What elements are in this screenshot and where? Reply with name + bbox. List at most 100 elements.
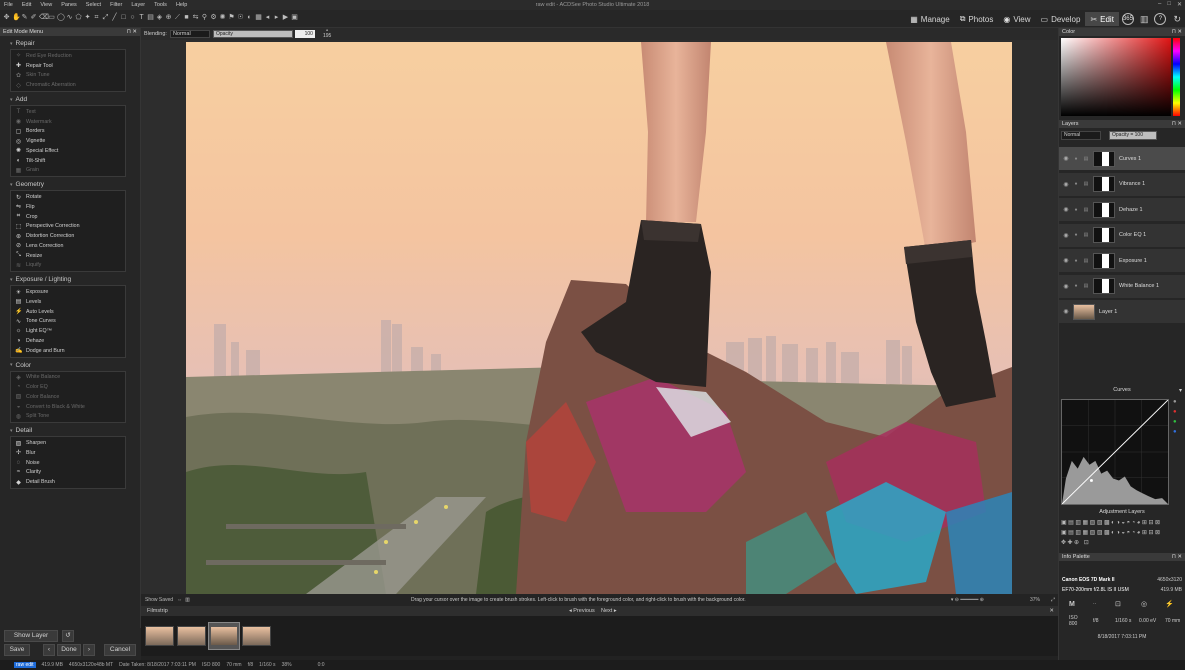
dropper-icon[interactable]: ⟋ <box>174 13 181 22</box>
tool-special-effect[interactable]: ✺ Special Effect <box>11 146 125 156</box>
tool-repair-tool[interactable]: ✚ Repair Tool <box>11 61 125 71</box>
zoom-icon[interactable]: ⚲ <box>201 13 208 22</box>
show-saved-button[interactable]: Show Saved <box>145 597 173 603</box>
tool-tilt-shift[interactable]: ◐ Tilt-Shift <box>11 156 125 166</box>
sync-icon[interactable]: ↻ <box>1173 14 1181 25</box>
group-header-exposure-lighting[interactable]: ▾ Exposure / Lighting <box>10 276 140 283</box>
mode-view[interactable]: ◉ View <box>998 12 1035 26</box>
tool-resize[interactable]: ⤡ Resize <box>11 251 125 261</box>
channel-blue-icon[interactable]: ● <box>1173 429 1183 435</box>
filmstrip-close-icon[interactable]: ✕ <box>1049 608 1054 614</box>
done-button[interactable]: Done <box>57 644 81 656</box>
group-header-detail[interactable]: ▾ Detail <box>10 427 140 434</box>
tool-levels[interactable]: ▤ Levels <box>11 297 125 307</box>
mode-manage[interactable]: ▦ Manage <box>905 12 954 26</box>
fit-icon[interactable]: ⤢ <box>1051 597 1055 603</box>
opacity-slider[interactable]: Opacity <box>212 30 293 38</box>
tool-noise[interactable]: ◌ Noise <box>11 458 125 468</box>
mask-toggle-icon[interactable]: ● <box>1071 181 1081 187</box>
mask-toggle-icon[interactable]: ● <box>1071 207 1081 213</box>
grid-view-icon[interactable]: ▦ <box>255 13 262 22</box>
histogram-icon[interactable]: ▥ <box>185 597 190 603</box>
layout-icon[interactable]: ▣ <box>291 13 298 22</box>
menu-filter[interactable]: Filter <box>110 2 122 8</box>
tool-white-balance[interactable]: ◈ White Balance <box>11 373 125 383</box>
zoom-level[interactable]: 37% <box>1030 597 1040 603</box>
minimize-icon[interactable]: – <box>1158 1 1161 8</box>
fg-bg-color-icon[interactable]: ■ <box>183 13 190 22</box>
pin-icon[interactable]: ⊓ ✕ <box>127 29 137 35</box>
visibility-icon[interactable]: ◉ <box>1061 283 1071 290</box>
transform-icon[interactable]: ⤢ <box>102 13 109 22</box>
tool-light-eq-[interactable]: ☼ Light EQ™ <box>11 326 125 336</box>
tool-dodge-and-burn[interactable]: ✍ Dodge and Burn <box>11 346 125 356</box>
polygon-lasso-icon[interactable]: ⬠ <box>75 13 82 22</box>
menu-select[interactable]: Select <box>86 2 101 8</box>
blending-select[interactable]: Normal <box>169 30 210 38</box>
tool-chromatic-aberration[interactable]: ◇ Chromatic Aberration <box>11 80 125 90</box>
layer-row[interactable]: ◉ ● ▤ Dehaze 1 <box>1059 198 1185 222</box>
tool-perspective-correction[interactable]: ⬚ Perspective Correction <box>11 222 125 232</box>
tool-crop[interactable]: ⌗ Crop <box>11 212 125 222</box>
tool-blur[interactable]: ✢ Blur <box>11 448 125 458</box>
cancel-button[interactable]: Cancel <box>104 644 136 656</box>
visibility-icon[interactable]: ◉ <box>1061 181 1071 188</box>
prev-icon[interactable]: ‹ <box>43 644 55 656</box>
menu-panes[interactable]: Panes <box>61 2 77 8</box>
tool-red-eye-reduction[interactable]: ✧ Red Eye Reduction <box>11 51 125 61</box>
layer-opacity-slider[interactable]: Opacity = 100 <box>1109 131 1157 140</box>
brush-preset-icon[interactable]: ✺ <box>219 13 226 22</box>
mask-toggle-icon[interactable]: ● <box>1071 156 1081 162</box>
hand-tool-icon[interactable]: ✋ <box>12 13 21 22</box>
mask-toggle-icon[interactable]: ● <box>1071 232 1081 238</box>
next-icon[interactable]: › <box>83 644 95 656</box>
tool-split-tone[interactable]: ◍ Split Tone <box>11 412 125 422</box>
opacity-value[interactable]: 100 <box>294 30 315 38</box>
menu-help[interactable]: Help <box>176 2 187 8</box>
rect-select-icon[interactable]: ▭ <box>48 13 55 22</box>
group-header-repair[interactable]: ▾ Repair <box>10 40 140 47</box>
visibility-icon[interactable]: ◉ <box>1061 155 1071 162</box>
layer-row[interactable]: ◉ ● ▤ Color EQ 1 <box>1059 223 1185 248</box>
menu-edit[interactable]: Edit <box>22 2 31 8</box>
stats-icon[interactable]: ▥ <box>1140 14 1149 25</box>
menu-tools[interactable]: Tools <box>154 2 167 8</box>
play-icon[interactable]: ▶ <box>282 13 289 22</box>
photo-canvas[interactable] <box>186 42 1012 594</box>
channel-red-icon[interactable]: ● <box>1173 409 1183 415</box>
show-layer-button[interactable]: Show Layer <box>4 630 58 642</box>
visibility-icon[interactable]: ◉ <box>1061 232 1071 239</box>
zoom-slider-icon[interactable]: ▾ ⊖ ━━━━━━ ⊕ <box>951 597 984 603</box>
tool-borders[interactable]: ▢ Borders <box>11 127 125 137</box>
tool-convert-to-black-white[interactable]: ◒ Convert to Black & White <box>11 402 125 412</box>
group-header-color[interactable]: ▾ Color <box>10 362 140 369</box>
settings-icon[interactable]: ⚙ <box>210 13 217 22</box>
bucket-icon[interactable]: ◈ <box>156 13 163 22</box>
filmstrip-thumb[interactable] <box>177 626 206 646</box>
gradient-icon[interactable]: ▤ <box>147 13 154 22</box>
layer-blend-select[interactable]: Normal <box>1061 131 1101 140</box>
mode-edit[interactable]: ✂ Edit <box>1085 12 1119 26</box>
history-back-icon[interactable]: ◂ <box>264 13 271 22</box>
tool-dehaze[interactable]: ◑ Dehaze <box>11 336 125 346</box>
tool-grain[interactable]: ▦ Grain <box>11 166 125 176</box>
visibility-icon[interactable]: ◉ <box>1061 257 1071 264</box>
mode-develop[interactable]: ▭ Develop <box>1036 12 1086 26</box>
mask-toggle-icon[interactable]: ● <box>1071 258 1081 264</box>
text-tool-icon[interactable]: T <box>138 13 145 22</box>
magic-wand-icon[interactable]: ✦ <box>84 13 91 22</box>
ellipse-shape-icon[interactable]: ○ <box>129 13 136 22</box>
line-icon[interactable]: ╱ <box>111 13 118 22</box>
tool-distortion-correction[interactable]: ⊛ Distortion Correction <box>11 231 125 241</box>
crop-icon[interactable]: ⌗ <box>93 13 100 22</box>
canvas-area[interactable] <box>141 40 1058 594</box>
layer-row[interactable]: ◉ Layer 1 <box>1059 300 1185 324</box>
color-close-icon[interactable]: ⊓ ✕ <box>1172 29 1182 35</box>
channel-rgb-icon[interactable]: ● <box>1173 399 1183 405</box>
menu-layer[interactable]: Layer <box>131 2 145 8</box>
close-icon[interactable]: ✕ <box>1177 1 1182 8</box>
layer-row[interactable]: ◉ ● ▤ Curves 1 <box>1059 147 1185 171</box>
next-button[interactable]: Next ▸ <box>601 608 617 614</box>
tool-flip[interactable]: ⇋ Flip <box>11 202 125 212</box>
tool-watermark[interactable]: ◉ Watermark <box>11 117 125 127</box>
